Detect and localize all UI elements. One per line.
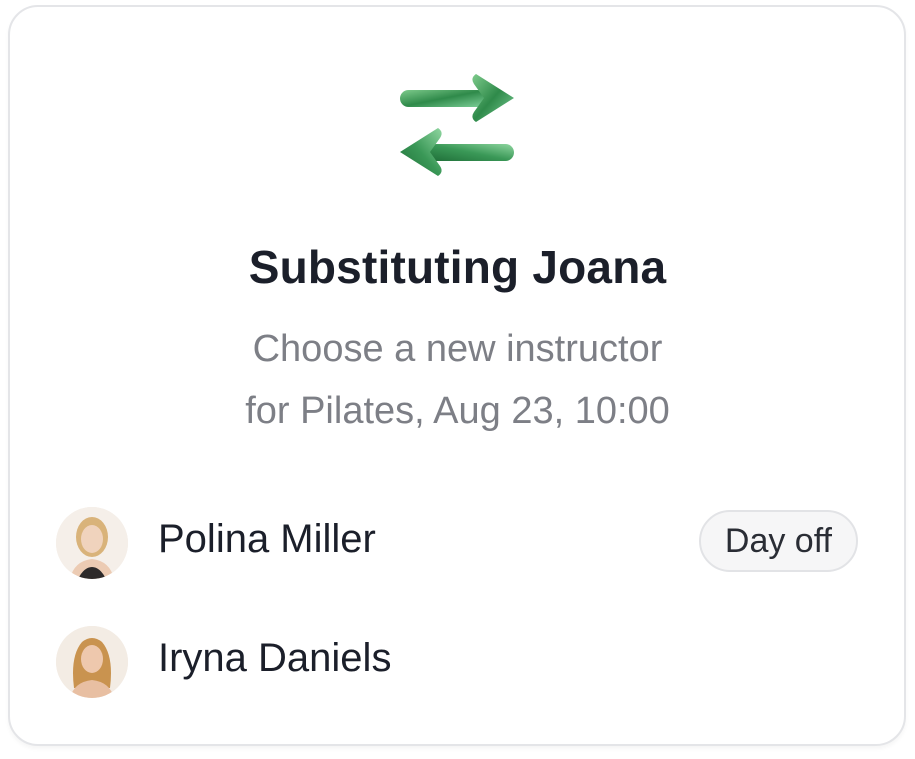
avatar-icon bbox=[56, 507, 128, 579]
avatar bbox=[56, 507, 128, 579]
instructor-row-iryna-daniels[interactable]: Iryna Daniels bbox=[56, 626, 858, 700]
page-title: Substituting Joana bbox=[248, 241, 667, 293]
instructor-row-polina-miller[interactable]: Polina Miller Day off bbox=[56, 507, 858, 581]
subtitle-line-2: for Pilates, Aug 23, 10:00 bbox=[245, 390, 670, 432]
subtitle-line-1: Choose a new instructor bbox=[252, 328, 663, 370]
status-badge: Day off bbox=[698, 510, 858, 572]
swap-arrows-icon bbox=[400, 74, 514, 176]
avatar-icon bbox=[56, 626, 128, 698]
avatar bbox=[56, 626, 128, 698]
instructor-name: Polina Miller bbox=[158, 517, 376, 561]
instructor-name: Iryna Daniels bbox=[158, 636, 392, 680]
